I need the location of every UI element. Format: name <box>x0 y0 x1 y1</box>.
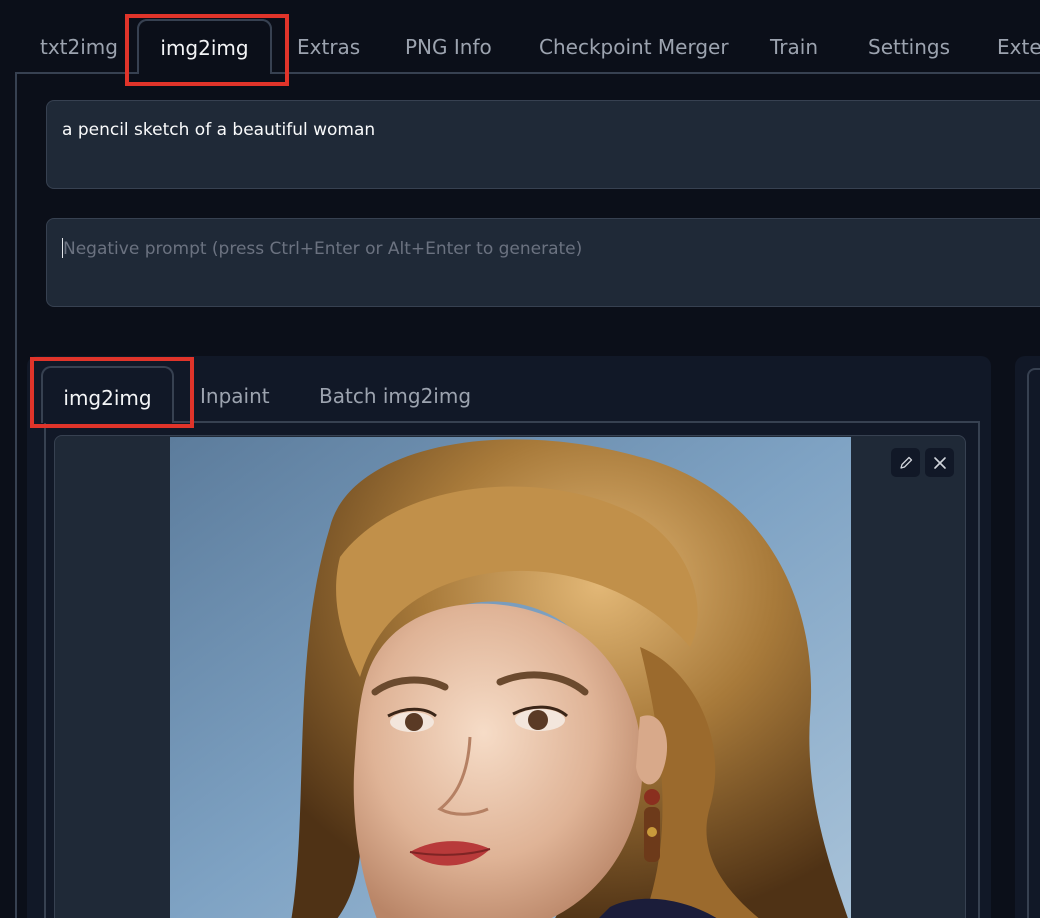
close-icon <box>933 456 946 469</box>
tab-extensions[interactable]: Exter <box>997 0 1040 74</box>
input-image <box>170 437 851 918</box>
prompt-text: a pencil sketch of a beautiful woman <box>62 120 376 140</box>
tab-settings[interactable]: Settings <box>868 0 950 74</box>
tab-train[interactable]: Train <box>770 0 818 74</box>
portrait-image <box>170 437 851 918</box>
sub-tab-batch-img2img[interactable]: Batch img2img <box>319 366 471 423</box>
right-panel-frame <box>1027 368 1040 918</box>
tab-png-info[interactable]: PNG Info <box>405 0 492 74</box>
pencil-icon <box>899 456 912 469</box>
tab-checkpoint-merger[interactable]: Checkpoint Merger <box>539 0 729 74</box>
negative-prompt-placeholder: Negative prompt (press Ctrl+Enter or Alt… <box>63 239 583 259</box>
tab-img2img-active[interactable]: img2img <box>137 19 272 74</box>
tab-extras[interactable]: Extras <box>297 0 360 74</box>
edit-image-button[interactable] <box>891 448 920 477</box>
negative-prompt-textarea[interactable]: Negative prompt (press Ctrl+Enter or Alt… <box>46 218 1040 307</box>
tab-txt2img[interactable]: txt2img <box>40 0 118 74</box>
clear-image-button[interactable] <box>925 448 954 477</box>
sub-tab-img2img[interactable]: img2img <box>41 366 174 423</box>
sub-tab-inpaint[interactable]: Inpaint <box>200 366 270 423</box>
webui-page: txt2img img2img Extras PNG Info Checkpoi… <box>0 0 1040 918</box>
prompt-textarea[interactable]: a pencil sketch of a beautiful woman <box>46 100 1040 189</box>
